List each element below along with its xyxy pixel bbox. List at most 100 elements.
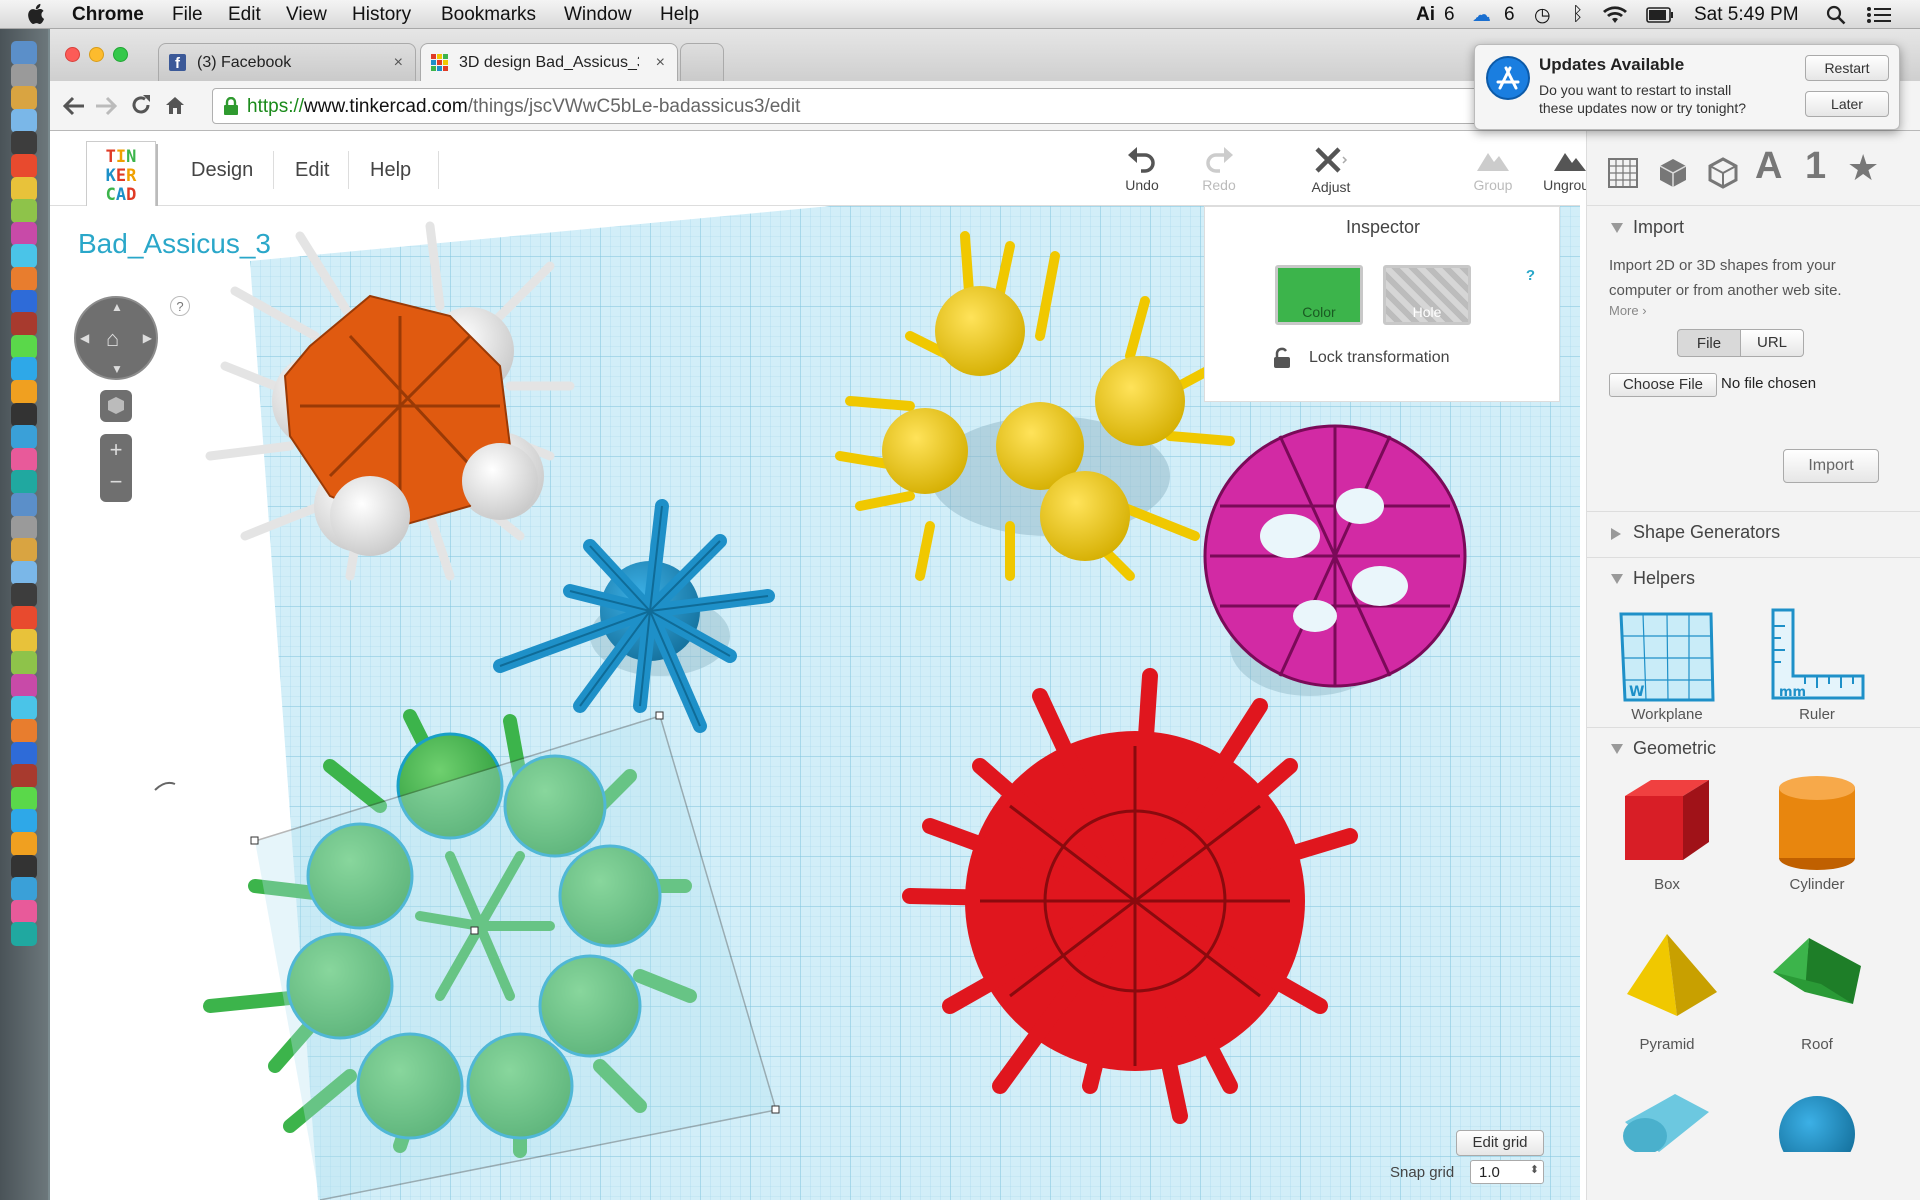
safari-icon[interactable] [11, 583, 37, 608]
mail-icon[interactable] [11, 606, 37, 630]
launchpad-icon[interactable] [11, 515, 37, 540]
view-help-icon[interactable]: ? [170, 296, 190, 316]
chrome-icon[interactable] [11, 470, 37, 495]
messages-icon[interactable] [11, 696, 37, 721]
magenta-lattice-shape[interactable] [1203, 424, 1467, 688]
new-tab-button[interactable] [680, 43, 724, 81]
powerpoint-icon[interactable] [11, 425, 37, 450]
orbit-right-icon[interactable]: ▶ [143, 331, 152, 345]
ruler-helper-icon[interactable]: mm [1765, 606, 1869, 706]
adobe-status-icon[interactable]: Ai [1416, 4, 1435, 26]
ortho-view-button[interactable] [100, 390, 132, 422]
creative-cloud-icon[interactable]: ☁ [1472, 4, 1491, 27]
later-button[interactable]: Later [1805, 91, 1889, 117]
chrome-icon[interactable] [11, 922, 37, 947]
reminders-icon[interactable] [11, 221, 37, 246]
import-url-tab[interactable]: URL [1740, 329, 1804, 357]
safari-icon[interactable] [11, 131, 37, 156]
adjust-button[interactable]: Adjust [1296, 145, 1366, 195]
color-swatch-button[interactable]: Color [1275, 265, 1363, 325]
menu-window[interactable]: Window [564, 4, 632, 26]
finder-icon[interactable] [11, 41, 37, 65]
menu-history[interactable]: History [352, 4, 411, 26]
orbit-up-icon[interactable]: ▲ [111, 300, 123, 314]
helpers-title[interactable]: Helpers [1633, 568, 1695, 589]
close-window-button[interactable] [65, 47, 80, 62]
excel-icon[interactable] [11, 447, 37, 472]
orbit-left-icon[interactable]: ◀ [80, 331, 89, 345]
bluetooth-icon[interactable]: ᛒ [1572, 4, 1583, 26]
photo-booth-icon[interactable] [11, 289, 37, 314]
spotlight-search-icon[interactable] [1826, 5, 1846, 25]
shape-generators-title[interactable]: Shape Generators [1633, 522, 1780, 543]
number-category-icon[interactable]: 1 [1805, 145, 1845, 187]
resize-handle[interactable] [655, 711, 664, 720]
excel-icon[interactable] [11, 899, 37, 924]
launchpad-icon[interactable] [11, 63, 37, 88]
word-icon[interactable] [11, 832, 37, 856]
menu-edit[interactable]: Edit [228, 4, 261, 26]
hole-button[interactable]: Hole [1383, 265, 1471, 325]
zoom-in-button[interactable]: + [100, 434, 132, 466]
cylinder-shape-icon[interactable] [1765, 768, 1869, 878]
close-tab-icon[interactable]: × [394, 54, 403, 72]
nav-edit[interactable]: Edit [295, 159, 329, 182]
box-shape-icon[interactable] [1615, 768, 1719, 878]
apple-icon[interactable] [26, 3, 45, 25]
shape-generators-section[interactable]: Shape Generators [1587, 511, 1920, 557]
notes-icon[interactable] [11, 199, 37, 224]
box-category-icon[interactable] [1653, 153, 1693, 193]
minimize-window-button[interactable] [89, 47, 104, 62]
time-machine-icon[interactable]: ◷ [1534, 4, 1551, 27]
home-icon[interactable] [164, 94, 186, 116]
notes-icon[interactable] [11, 651, 37, 676]
zoom-window-button[interactable] [113, 47, 128, 62]
notification-center-icon[interactable] [1866, 5, 1892, 25]
itunes-icon[interactable] [11, 764, 37, 789]
star-category-icon[interactable]: ★ [1847, 147, 1887, 188]
calendar-icon[interactable] [11, 176, 37, 201]
tab-tinkercad[interactable]: 3D design Bad_Assicus_3 × [420, 43, 678, 81]
rotate-arrow-icon[interactable] [154, 781, 176, 791]
powerpoint-icon[interactable] [11, 877, 37, 902]
zoom-out-button[interactable]: − [100, 466, 132, 498]
expand-triangle-icon[interactable] [1611, 528, 1621, 540]
collapse-triangle-icon[interactable] [1611, 744, 1623, 754]
nav-design[interactable]: Design [191, 159, 253, 182]
group-button[interactable]: Group [1458, 145, 1528, 193]
import-title[interactable]: Import [1633, 217, 1684, 238]
edit-grid-button[interactable]: Edit grid [1456, 1130, 1544, 1156]
system-preferences-icon[interactable] [11, 357, 37, 382]
lock-transformation-label[interactable]: Lock transformation [1309, 349, 1450, 367]
menu-bookmarks[interactable]: Bookmarks [441, 4, 536, 26]
menu-file[interactable]: File [172, 4, 203, 26]
back-arrow-icon[interactable] [62, 95, 86, 117]
undo-button[interactable]: Undo [1107, 145, 1177, 193]
app-store-icon[interactable] [11, 786, 37, 811]
design-title[interactable]: Bad_Assicus_3 [78, 228, 271, 260]
more-link[interactable]: More › [1609, 303, 1647, 318]
calendar-icon[interactable] [11, 628, 37, 653]
geometric-title[interactable]: Geometric [1633, 738, 1716, 759]
nav-help[interactable]: Help [370, 159, 411, 182]
firefox-icon[interactable] [11, 402, 37, 427]
text-category-icon[interactable]: A [1755, 145, 1795, 187]
mail-icon[interactable] [11, 154, 37, 178]
mission-control-icon[interactable] [11, 538, 37, 563]
system-preferences-icon[interactable] [11, 809, 37, 834]
close-tab-icon[interactable]: × [656, 54, 665, 72]
facetime-icon[interactable] [11, 267, 37, 291]
finder-icon[interactable] [11, 493, 37, 517]
app-store-icon[interactable] [11, 334, 37, 359]
rotate-handle[interactable] [470, 926, 479, 935]
collapse-triangle-icon[interactable] [1611, 223, 1623, 233]
tab-facebook[interactable]: f (3) Facebook × [158, 43, 416, 81]
workplane-helper-icon[interactable]: W [1615, 606, 1719, 706]
design-canvas[interactable]: Bad_Assicus_3 ▲ ▼ ◀ ▶ ⌂ ? + − Inspector … [50, 206, 1580, 1200]
orbit-down-icon[interactable]: ▼ [111, 362, 123, 376]
wifi-icon[interactable] [1602, 5, 1628, 25]
import-file-tab[interactable]: File [1677, 329, 1741, 357]
reload-icon[interactable] [130, 94, 152, 116]
resize-handle[interactable] [771, 1105, 780, 1114]
home-view-icon[interactable]: ⌂ [106, 326, 119, 352]
